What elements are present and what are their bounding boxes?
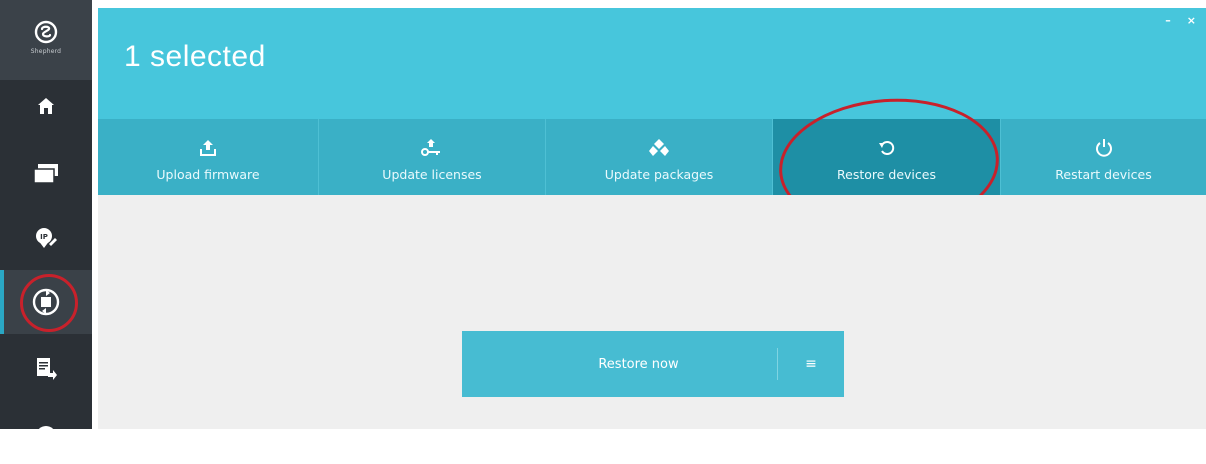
restore-now-button[interactable]: Restore now bbox=[462, 331, 777, 397]
menu-icon: ≡ bbox=[805, 356, 817, 372]
restore-now-split-button: Restore now ≡ bbox=[462, 331, 844, 397]
header-bar: 1 selected – × bbox=[98, 8, 1206, 119]
minimize-button[interactable]: – bbox=[1165, 14, 1171, 27]
sidebar: Shepherd IP bbox=[0, 0, 92, 444]
window-controls: – × bbox=[1165, 14, 1196, 27]
shepherd-logo-icon bbox=[34, 20, 58, 44]
update-licenses-button[interactable]: Update licenses bbox=[318, 119, 545, 195]
home-icon bbox=[38, 98, 54, 114]
restart-devices-label: Restart devices bbox=[1055, 166, 1152, 182]
power-icon bbox=[1095, 138, 1112, 157]
upload-firmware-button[interactable]: Upload firmware bbox=[98, 119, 318, 195]
restore-icon bbox=[878, 140, 894, 155]
logo-text: Shepherd bbox=[30, 48, 62, 55]
update-licenses-label: Update licenses bbox=[382, 166, 482, 182]
restore-devices-button[interactable]: Restore devices bbox=[772, 119, 1000, 195]
app-window: Shepherd IP 1 selected – × Upload firmwa… bbox=[0, 0, 1206, 444]
sidebar-item-ip[interactable]: IP bbox=[0, 206, 92, 270]
page-title: 1 selected bbox=[124, 40, 266, 73]
update-packages-label: Update packages bbox=[604, 166, 714, 182]
app-logo[interactable]: Shepherd bbox=[0, 0, 92, 80]
ip-location-icon: IP bbox=[36, 228, 57, 248]
restore-options-menu-button[interactable]: ≡ bbox=[778, 331, 844, 397]
info-icon bbox=[36, 426, 56, 444]
upload-icon bbox=[200, 139, 216, 156]
main-content: Restore now ≡ bbox=[98, 195, 1206, 429]
sidebar-item-home[interactable] bbox=[0, 74, 92, 138]
sidebar-item-maintenance[interactable] bbox=[0, 270, 92, 334]
license-key-icon bbox=[421, 138, 440, 156]
restore-devices-label: Restore devices bbox=[837, 166, 936, 182]
sidebar-item-info[interactable] bbox=[0, 400, 92, 464]
sidebar-item-export[interactable] bbox=[0, 336, 92, 400]
restart-devices-button[interactable]: Restart devices bbox=[1000, 119, 1206, 195]
packages-icon bbox=[649, 138, 669, 156]
close-button[interactable]: × bbox=[1187, 14, 1196, 27]
sidebar-item-devices[interactable] bbox=[0, 142, 92, 206]
svg-text:IP: IP bbox=[40, 233, 48, 241]
upload-firmware-label: Upload firmware bbox=[156, 166, 260, 182]
sync-maintenance-icon bbox=[32, 288, 60, 316]
export-log-icon bbox=[37, 358, 57, 380]
update-packages-button[interactable]: Update packages bbox=[545, 119, 772, 195]
action-toolbar: Upload firmware Update licenses Update p… bbox=[98, 119, 1206, 195]
devices-icon bbox=[33, 164, 58, 184]
